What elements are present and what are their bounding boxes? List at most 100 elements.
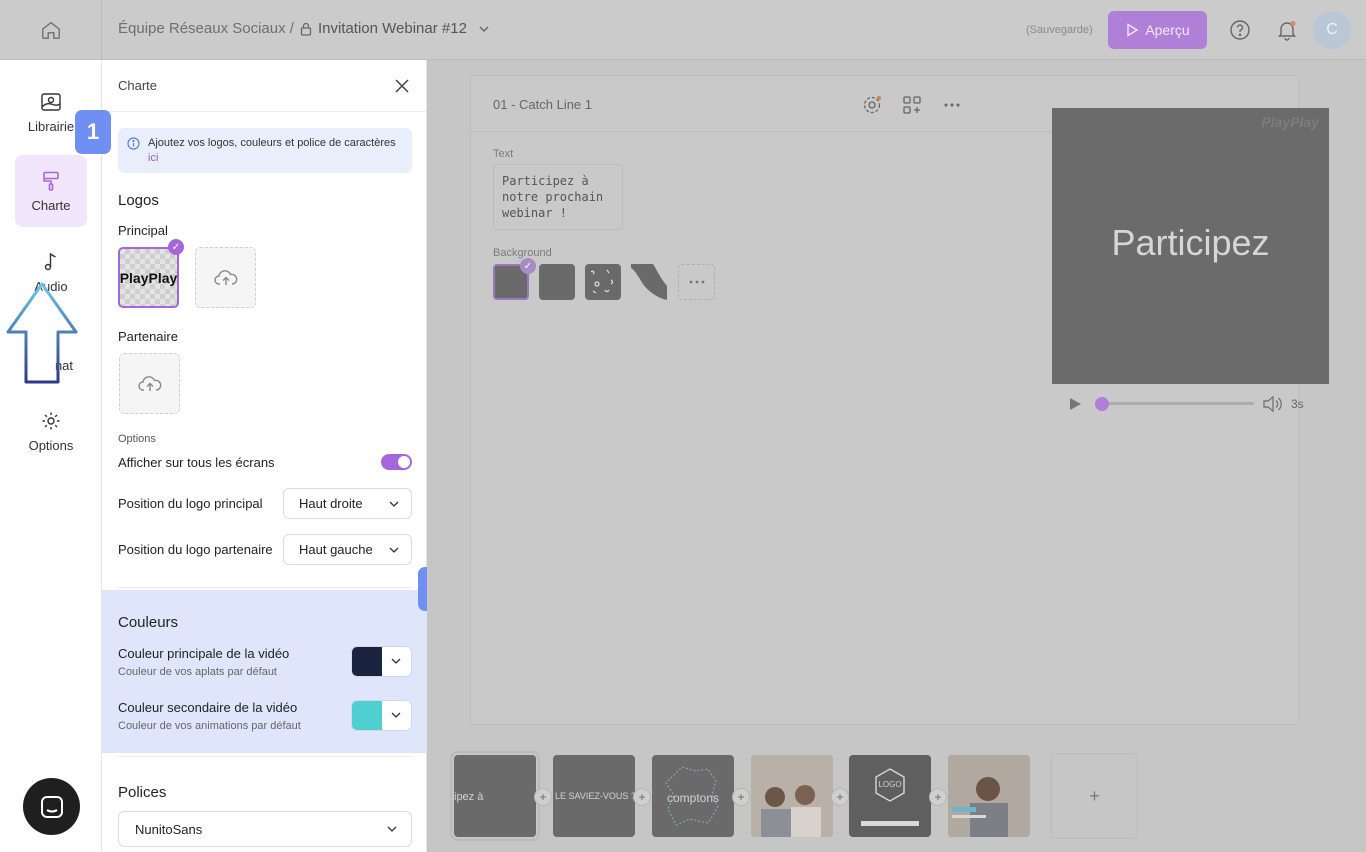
logos-title: Logos	[118, 192, 159, 209]
partner-position-value: Haut gauche	[299, 542, 373, 557]
nav-item-options[interactable]: Options	[15, 395, 87, 467]
add-scene-between-button[interactable]: +	[633, 788, 651, 806]
settings-icon[interactable]	[861, 94, 883, 116]
step-badge-1: 1	[75, 110, 111, 154]
timeline-scene[interactable]: comptons	[652, 755, 734, 837]
avatar[interactable]: C	[1313, 11, 1351, 49]
preview-watermark: PlayPlay	[1261, 114, 1319, 130]
help-button[interactable]	[1227, 17, 1253, 43]
info-link[interactable]: ici	[148, 152, 158, 164]
home-icon	[41, 21, 60, 39]
home-button[interactable]	[0, 0, 102, 60]
people-photo-icon	[751, 755, 833, 837]
cloud-upload-icon	[213, 269, 237, 285]
volume-icon[interactable]	[1262, 395, 1282, 413]
play-icon	[1127, 23, 1139, 37]
main-canvas: 01 - Catch Line 1 Text Participez à notr…	[427, 60, 1366, 740]
layout-icon[interactable]	[901, 94, 923, 116]
timeline-scene[interactable]: LE SAVIEZ-VOUS ?	[553, 755, 635, 837]
chat-button[interactable]	[23, 778, 80, 835]
left-nav: Librairie Charte Audio nat Options	[0, 60, 102, 852]
scene-card: 01 - Catch Line 1 Text Participez à notr…	[470, 75, 1329, 725]
lock-icon	[300, 22, 312, 36]
partner-position-select[interactable]: Haut gauche	[283, 534, 412, 565]
font-select[interactable]: NunitoSans	[118, 811, 412, 847]
timeline-scene[interactable]: LOGO	[849, 755, 931, 837]
secondary-color-picker[interactable]	[351, 700, 412, 731]
person-photo-icon	[948, 755, 1030, 837]
scene-thumb-label: LOGO	[878, 780, 902, 789]
chevron-down-icon	[389, 501, 399, 507]
shape-icon	[631, 264, 667, 300]
image-icon	[41, 92, 61, 111]
info-text: Ajoutez vos logos, couleurs et police de…	[148, 137, 396, 149]
secondary-color-swatch	[352, 701, 382, 730]
more-icon[interactable]	[941, 94, 963, 116]
main-position-label: Position du logo principal	[118, 496, 263, 511]
timeline-scene[interactable]	[751, 755, 833, 837]
font-value: NunitoSans	[135, 821, 203, 837]
nav-label-options: Options	[28, 437, 74, 453]
scene-thumb-label: LE SAVIEZ-VOUS ?	[555, 791, 635, 801]
preview-text: Participez	[1111, 222, 1270, 263]
chevron-down-icon[interactable]	[473, 22, 495, 36]
close-icon[interactable]	[394, 78, 410, 94]
scene-toolbar	[861, 94, 963, 116]
save-status: (Sauvegarde)	[1026, 24, 1093, 36]
notifications-button[interactable]	[1274, 17, 1300, 43]
progress-track[interactable]	[1104, 402, 1254, 405]
video-preview[interactable]: PlayPlay Participez	[1052, 108, 1329, 384]
secondary-color-sub: Couleur de vos animations par défaut	[118, 720, 301, 732]
scene-text-input[interactable]: Participez à notre prochain webinar !	[493, 164, 623, 230]
principal-label: Principal	[118, 223, 168, 238]
info-icon	[127, 137, 140, 150]
chevron-down-icon	[389, 547, 399, 553]
timeline-scene[interactable]	[948, 755, 1030, 837]
top-bar: Équipe Réseaux Sociaux / Invitation Webi…	[0, 0, 1366, 60]
chevron-down-icon	[387, 826, 397, 832]
arrow-up-icon	[6, 282, 78, 384]
divider	[118, 756, 412, 757]
add-scene-between-button[interactable]: +	[929, 788, 947, 806]
info-banner: Ajoutez vos logos, couleurs et police de…	[118, 128, 412, 173]
help-icon	[1230, 20, 1250, 40]
partner-position-label: Position du logo partenaire	[118, 542, 273, 557]
background-option-shape[interactable]	[631, 264, 667, 300]
pattern-icon	[590, 269, 614, 294]
divider	[118, 587, 412, 588]
scene-thumb-label: ipez à	[454, 791, 484, 803]
gear-icon	[42, 412, 60, 429]
nav-item-charte[interactable]: Charte	[15, 155, 87, 227]
main-logo[interactable]: PlayPlay	[118, 247, 179, 308]
team-name[interactable]: Équipe Réseaux Sociaux /	[118, 20, 294, 37]
background-option-pattern[interactable]	[585, 264, 621, 300]
main-position-value: Haut droite	[299, 496, 363, 511]
text-line: webinar !	[502, 206, 568, 220]
add-scene-button[interactable]: +	[1051, 753, 1138, 839]
background-option-plain[interactable]	[539, 264, 575, 300]
project-title[interactable]: Invitation Webinar #12	[318, 20, 467, 37]
upload-main-logo[interactable]	[195, 247, 256, 308]
chevron-down-icon	[391, 658, 401, 664]
main-logo-text: PlayPlay	[119, 269, 178, 286]
main-position-select[interactable]: Haut droite	[283, 488, 412, 519]
text-line: notre prochain	[502, 190, 604, 204]
options-label: Options	[118, 433, 156, 445]
progress-knob[interactable]	[1095, 397, 1109, 411]
charte-panel: Charte Ajoutez vos logos, couleurs et po…	[102, 60, 427, 852]
add-scene-between-button[interactable]: +	[534, 788, 552, 806]
upload-partner-logo[interactable]	[119, 353, 180, 414]
add-scene-between-button[interactable]: +	[831, 788, 849, 806]
primary-color-picker[interactable]	[351, 646, 412, 677]
show-all-toggle[interactable]	[381, 454, 412, 470]
timeline: ipez à + LE SAVIEZ-VOUS ? + comptons + +…	[427, 740, 1366, 852]
timeline-scene[interactable]: ipez à	[450, 751, 540, 841]
preview-button[interactable]: Aperçu	[1108, 11, 1207, 49]
check-icon: ✓	[520, 258, 536, 274]
more-icon	[689, 280, 704, 284]
play-icon[interactable]	[1068, 397, 1082, 411]
add-scene-between-button[interactable]: +	[732, 788, 750, 806]
background-more-button[interactable]	[678, 264, 715, 300]
scene-title: 01 - Catch Line 1	[493, 97, 593, 112]
colors-title: Couleurs	[118, 614, 179, 631]
